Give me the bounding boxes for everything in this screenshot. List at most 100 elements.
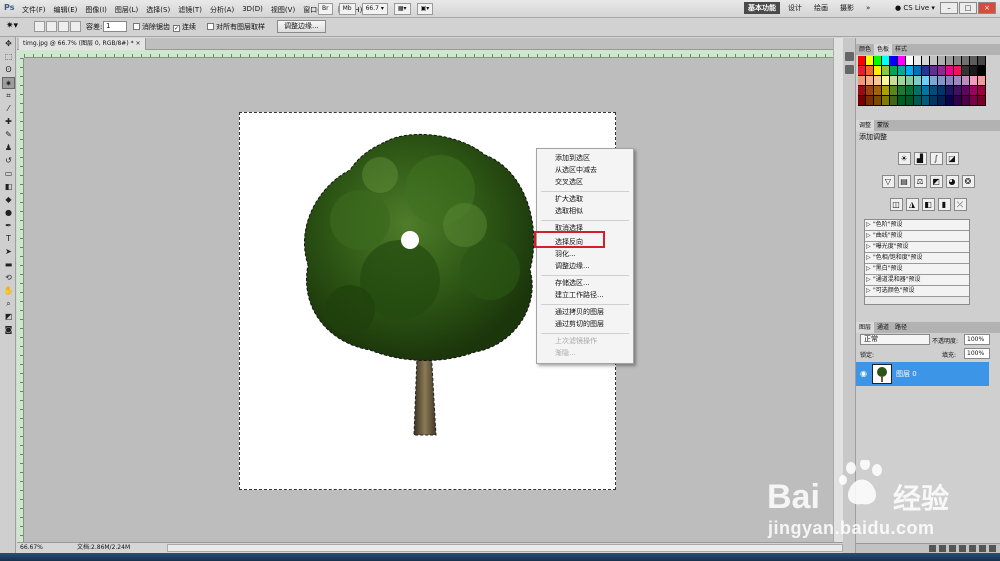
preset-curves[interactable]: "曲线"预设 <box>865 231 969 242</box>
vertical-scrollbar[interactable] <box>833 38 843 542</box>
swatch[interactable] <box>874 56 882 66</box>
shape-tool-icon[interactable]: ▬ <box>2 259 15 271</box>
swatch[interactable] <box>906 96 914 106</box>
swatch[interactable] <box>922 76 930 86</box>
document-tab[interactable]: timg.jpg @ 66.7% (图层 0, RGB/8#) * × <box>19 38 146 50</box>
cs-live-button[interactable]: ● CS Live ▾ <box>895 4 935 12</box>
hue-saturation-icon[interactable]: ▤ <box>897 175 911 188</box>
swatch[interactable] <box>906 66 914 76</box>
swatch[interactable] <box>866 66 874 76</box>
swatch[interactable] <box>914 56 922 66</box>
swatch[interactable] <box>914 96 922 106</box>
subtract-from-selection-icon[interactable] <box>58 21 69 32</box>
vibrance-icon[interactable]: ▽ <box>881 175 895 188</box>
threshold-icon[interactable]: ◧ <box>921 198 935 211</box>
delete-layer-icon[interactable] <box>989 545 996 552</box>
swatch[interactable] <box>866 96 874 106</box>
menu-3d[interactable]: 3D(D) <box>242 5 263 15</box>
swatch[interactable] <box>890 66 898 76</box>
menu-item-save-selection[interactable]: 存储选区... <box>555 278 590 288</box>
vertical-ruler[interactable] <box>17 58 24 542</box>
swatch[interactable] <box>962 76 970 86</box>
actions-panel-icon[interactable] <box>845 65 854 74</box>
swatch[interactable] <box>954 76 962 86</box>
swatch[interactable] <box>882 76 890 86</box>
swatch[interactable] <box>946 56 954 66</box>
photo-filter-icon[interactable]: ◕ <box>945 175 959 188</box>
lasso-tool-icon[interactable]: ʘ <box>2 64 15 76</box>
swatch[interactable] <box>858 56 866 66</box>
workspace-design[interactable]: 设计 <box>784 2 806 14</box>
swatch[interactable] <box>890 56 898 66</box>
gradient-tool-icon[interactable]: ◧ <box>2 181 15 193</box>
swatch[interactable] <box>978 96 986 106</box>
mini-bridge-button[interactable]: Mb <box>338 3 356 15</box>
layer-row[interactable]: ◉ 图层 0 <box>856 362 989 386</box>
blend-mode-select[interactable]: 正常 <box>860 334 930 345</box>
swatch[interactable] <box>946 86 954 96</box>
swatch[interactable] <box>962 56 970 66</box>
tab-swatches[interactable]: 色板 <box>874 44 893 55</box>
preset-exposure[interactable]: "曝光度"预设 <box>865 242 969 253</box>
swatch[interactable] <box>866 76 874 86</box>
layer-style-icon[interactable] <box>939 545 946 552</box>
new-group-icon[interactable] <box>969 545 976 552</box>
swatch[interactable] <box>890 76 898 86</box>
horizontal-ruler[interactable] <box>24 50 833 58</box>
add-mask-icon[interactable] <box>949 545 956 552</box>
antialias-checkbox[interactable]: 消除锯齿 <box>133 22 170 32</box>
workspace-photography[interactable]: 摄影 <box>836 2 858 14</box>
menu-edit[interactable]: 编辑(E) <box>54 5 78 15</box>
new-layer-icon[interactable] <box>979 545 986 552</box>
menu-file[interactable]: 文件(F) <box>22 5 46 15</box>
status-zoom[interactable]: 66.67% <box>20 543 43 553</box>
zoom-level-dropdown[interactable]: 66.7 ▾ <box>361 3 388 15</box>
black-white-icon[interactable]: ◩ <box>929 175 943 188</box>
brightness-icon[interactable]: ☀ <box>897 152 911 165</box>
swatch[interactable] <box>882 96 890 106</box>
swatch[interactable] <box>914 86 922 96</box>
preset-levels[interactable]: "色阶"预设 <box>865 220 969 231</box>
swatch[interactable] <box>866 86 874 96</box>
move-tool-icon[interactable]: ✥ <box>2 38 15 50</box>
swatch[interactable] <box>866 56 874 66</box>
link-layers-icon[interactable] <box>929 545 936 552</box>
swatch[interactable] <box>922 56 930 66</box>
swatch[interactable] <box>874 86 882 96</box>
history-panel-icon[interactable] <box>845 52 854 61</box>
swatch[interactable] <box>858 66 866 76</box>
swatch[interactable] <box>882 56 890 66</box>
add-to-selection-icon[interactable] <box>46 21 57 32</box>
swatch[interactable] <box>858 76 866 86</box>
swatch[interactable] <box>970 96 978 106</box>
marquee-tool-icon[interactable]: ⬚ <box>2 51 15 63</box>
tolerance-input[interactable]: 1 <box>103 21 127 32</box>
refine-edge-button[interactable]: 调整边缘... <box>277 20 326 33</box>
color-swatches-icon[interactable]: ◩ <box>2 311 15 323</box>
swatch[interactable] <box>858 96 866 106</box>
menu-item-feather[interactable]: 羽化... <box>555 249 576 259</box>
opacity-input[interactable]: 100% <box>964 334 990 345</box>
menu-image[interactable]: 图像(I) <box>85 5 107 15</box>
selective-color-icon[interactable]: ⤫ <box>953 198 967 211</box>
swatch[interactable] <box>954 96 962 106</box>
menu-item-layer-via-copy[interactable]: 通过拷贝的图层 <box>555 307 604 317</box>
swatch[interactable] <box>954 86 962 96</box>
swatch[interactable] <box>914 66 922 76</box>
preset-selective-color[interactable]: "可选颜色"预设 <box>865 286 969 297</box>
preset-black-white[interactable]: "黑白"预设 <box>865 264 969 275</box>
gradient-map-icon[interactable]: ▮ <box>937 198 951 211</box>
swatch[interactable] <box>930 66 938 76</box>
arrange-documents-icon[interactable]: ▦▾ <box>393 3 411 15</box>
swatch[interactable] <box>938 66 946 76</box>
eyedropper-tool-icon[interactable]: ⁄ <box>2 103 15 115</box>
menu-select[interactable]: 选择(S) <box>146 5 170 15</box>
dodge-tool-icon[interactable]: ● <box>2 207 15 219</box>
swatch[interactable] <box>946 96 954 106</box>
swatch[interactable] <box>922 66 930 76</box>
magic-wand-tool-icon[interactable]: ✷▾ <box>6 21 18 31</box>
swatch[interactable] <box>938 76 946 86</box>
swatch[interactable] <box>882 66 890 76</box>
swatch[interactable] <box>970 66 978 76</box>
swatch[interactable] <box>970 86 978 96</box>
